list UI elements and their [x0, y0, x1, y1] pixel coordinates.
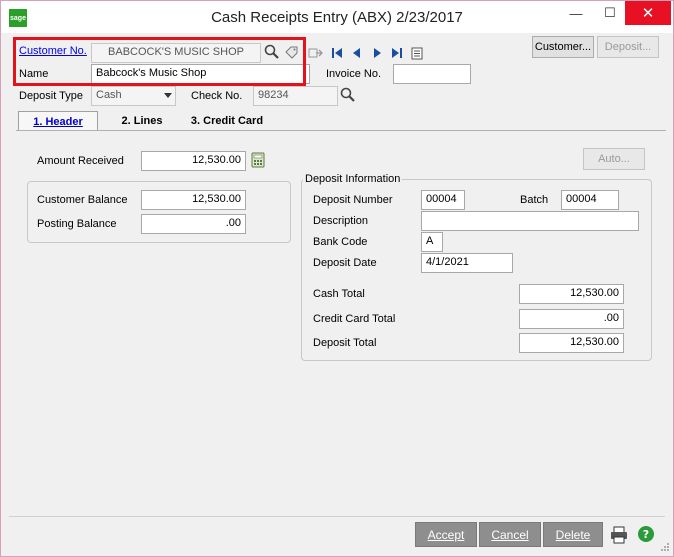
tab-bar: 1. Header 2. Lines 3. Credit Card	[16, 111, 666, 131]
customer-balance-field: 12,530.00	[141, 190, 246, 210]
calculator-icon[interactable]	[249, 151, 267, 169]
tab-header[interactable]: 1. Header	[18, 111, 98, 131]
invoice-no-label: Invoice No.	[326, 68, 382, 80]
deposit-total-field: 12,530.00	[519, 333, 624, 353]
resize-grip-icon[interactable]	[659, 541, 671, 553]
deposit-date-label: Deposit Date	[313, 257, 377, 269]
invoice-no-field[interactable]	[393, 64, 471, 84]
memo-icon[interactable]	[408, 44, 426, 62]
deposit-type-select[interactable]: Cash	[91, 86, 176, 106]
auto-button[interactable]: Auto...	[583, 148, 645, 170]
description-label: Description	[313, 215, 369, 227]
customer-button[interactable]: Customer...	[532, 36, 594, 58]
deposit-type-label: Deposit Type	[19, 90, 84, 102]
cash-receipts-window: sage Cash Receipts Entry (ABX) 2/23/2017…	[0, 0, 674, 557]
bank-code-label: Bank Code	[313, 236, 368, 248]
batch-label: Batch	[520, 194, 549, 206]
amount-received-field[interactable]: 12,530.00	[141, 151, 246, 171]
chevron-down-icon	[164, 93, 172, 98]
batch-field[interactable]: 00004	[561, 190, 619, 210]
highlight-box	[13, 37, 306, 86]
deposit-type-value: Cash	[96, 89, 122, 101]
delete-button[interactable]: Delete	[543, 522, 603, 547]
tab-divider	[16, 130, 666, 131]
title-bar: sage Cash Receipts Entry (ABX) 2/23/2017…	[1, 1, 673, 33]
accept-label: Accept	[427, 527, 465, 542]
cash-total-field: 12,530.00	[519, 284, 624, 304]
check-no-label: Check No.	[191, 90, 243, 102]
next-record-icon[interactable]	[368, 44, 386, 62]
tab-credit-card-label: 3. Credit Card	[190, 115, 264, 127]
help-icon[interactable]: ?	[636, 524, 656, 544]
delete-label: Delete	[555, 527, 591, 542]
check-search-icon[interactable]	[339, 86, 357, 104]
minimize-button[interactable]: —	[559, 1, 593, 25]
last-record-icon[interactable]	[388, 44, 406, 62]
tab-credit-card[interactable]: 3. Credit Card	[188, 111, 266, 131]
bank-code-field[interactable]: A	[421, 232, 443, 252]
footer-divider	[9, 516, 665, 517]
close-button[interactable]: ✕	[625, 1, 671, 25]
credit-card-total-label: Credit Card Total	[313, 313, 396, 325]
copy-record-icon[interactable]	[307, 44, 325, 62]
tab-lines-label: 2. Lines	[121, 115, 163, 127]
maximize-button[interactable]: ☐	[593, 1, 627, 25]
tab-header-label: 1. Header	[33, 115, 83, 128]
printer-icon[interactable]	[609, 525, 629, 545]
cancel-button[interactable]: Cancel	[479, 522, 541, 547]
deposit-number-field[interactable]: 00004	[421, 190, 465, 210]
credit-card-total-field: .00	[519, 309, 624, 329]
posting-balance-label: Posting Balance	[37, 218, 117, 230]
cash-total-label: Cash Total	[313, 288, 365, 300]
cancel-label: Cancel	[491, 527, 529, 542]
deposit-number-label: Deposit Number	[313, 194, 393, 206]
first-record-icon[interactable]	[328, 44, 346, 62]
svg-text:?: ?	[643, 528, 649, 541]
deposit-date-field[interactable]: 4/1/2021	[421, 253, 513, 273]
deposit-info-title: Deposit Information	[303, 173, 403, 185]
customer-balance-label: Customer Balance	[37, 194, 128, 206]
tab-lines[interactable]: 2. Lines	[114, 111, 170, 131]
posting-balance-field: .00	[141, 214, 246, 234]
deposit-total-label: Deposit Total	[313, 337, 377, 349]
deposit-button[interactable]: Deposit...	[597, 36, 659, 58]
previous-record-icon[interactable]	[348, 44, 366, 62]
description-field[interactable]	[421, 211, 639, 231]
check-no-field[interactable]: 98234	[253, 86, 338, 106]
amount-received-label: Amount Received	[37, 155, 124, 167]
accept-button[interactable]: Accept	[415, 522, 477, 547]
